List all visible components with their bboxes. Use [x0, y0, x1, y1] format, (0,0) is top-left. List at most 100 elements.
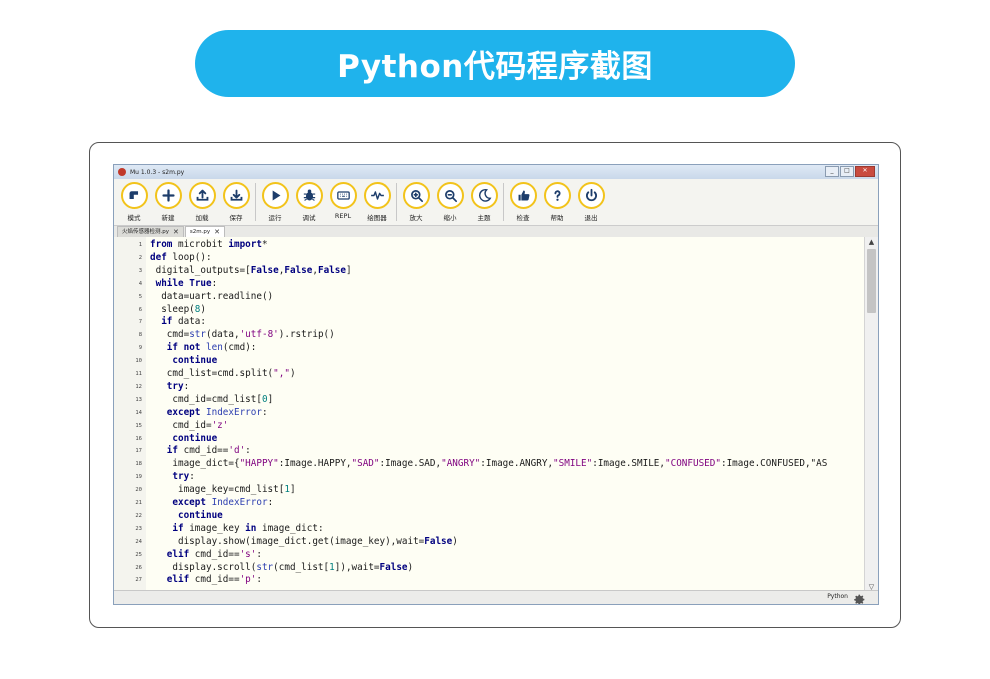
toolbar-button-bug[interactable]: 调试	[292, 182, 326, 222]
code-text: if not len(cmd):	[166, 342, 257, 354]
code-line[interactable]: 13 cmd_id=cmd_list[0]	[114, 394, 866, 407]
line-number: 2	[138, 254, 142, 261]
code-line[interactable]: 1 from microbit import*	[114, 239, 866, 252]
line-number: 9	[138, 345, 142, 352]
toolbar-button-download[interactable]: 保存	[219, 182, 253, 222]
toolbar-button-mode[interactable]: 模式	[117, 182, 151, 222]
line-number: 16	[135, 435, 142, 442]
code-line[interactable]: 14 except IndexError:	[114, 407, 866, 420]
code-text: digital_outputs=[False,False,False]	[150, 264, 352, 276]
line-number: 4	[138, 280, 142, 287]
code-text: cmd_id='z'	[150, 419, 229, 431]
code-text: cmd_list=cmd.split(",")	[150, 368, 296, 379]
line-number: 24	[135, 538, 142, 545]
code-line[interactable]: 9 if not len(cmd):	[114, 342, 866, 355]
toolbar: 模式 新建 加载 保存 运行 调试 REPL 绘图器 放大 缩小 主题 检查 帮助 退出	[114, 179, 878, 226]
toolbar-button-label: 加载	[195, 214, 209, 222]
line-number: 6	[138, 306, 142, 313]
line-number: 23	[135, 525, 142, 532]
toolbar-button-label: 缩小	[443, 214, 457, 222]
toolbar-button-thumbs-up[interactable]: 检查	[506, 182, 540, 222]
gear-icon[interactable]	[853, 591, 866, 604]
line-number: 21	[135, 500, 142, 506]
code-line[interactable]: 27 elif cmd_id=='p':	[114, 574, 866, 587]
toolbar-button-keyboard[interactable]: REPL	[326, 182, 360, 220]
toolbar-button-label: 调试	[302, 214, 316, 222]
code-text: data=uart.readline()	[150, 290, 274, 302]
toolbar-button-label: 模式	[127, 214, 141, 222]
tab-s2m[interactable]: s2m.py ✕	[184, 226, 225, 237]
code-line[interactable]: 10 continue	[114, 355, 866, 368]
toolbar-button-moon[interactable]: 主题	[467, 182, 501, 222]
keyboard-icon	[329, 182, 357, 209]
toolbar-button-zoom-out[interactable]: 缩小	[433, 182, 467, 222]
mode-icon	[120, 182, 148, 209]
zoom-in-icon	[402, 182, 430, 209]
play-icon	[261, 182, 289, 209]
code-line[interactable]: 26 display.scroll(str(cmd_list[1]),wait=…	[114, 562, 866, 575]
code-text: def loop():	[150, 251, 212, 263]
toolbar-button-label: REPL	[334, 212, 352, 220]
toolbar-button-help[interactable]: 帮助	[540, 182, 574, 222]
toolbar-button-pulse[interactable]: 绘图器	[360, 182, 394, 222]
maximize-button[interactable]: □	[840, 166, 854, 177]
code-editor[interactable]: 1 from microbit import* 2 def loop(): 3 digi…	[114, 237, 866, 593]
tab-close-icon[interactable]: ✕	[173, 227, 179, 237]
upload-icon	[188, 182, 216, 209]
code-line[interactable]: 22 continue	[114, 510, 866, 523]
code-line[interactable]: 19 try:	[114, 471, 866, 484]
code-line[interactable]: 17 if cmd_id=='d':	[114, 445, 866, 458]
close-window-button[interactable]: ✕	[855, 166, 875, 177]
code-line[interactable]: 8 cmd=str(data,'utf-8').rstrip()	[114, 329, 866, 342]
mode-indicator: Python	[827, 593, 848, 600]
thumbs-up-icon	[509, 182, 537, 209]
code-line[interactable]: 2 def loop():	[114, 252, 866, 265]
page-banner: Python代码程序截图	[195, 30, 795, 97]
code-line[interactable]: 24 display.show(image_dict.get(image_key…	[114, 536, 866, 549]
mu-app-icon	[118, 168, 126, 176]
toolbar-button-upload[interactable]: 加载	[185, 182, 219, 222]
toolbar-button-plus[interactable]: 新建	[151, 182, 185, 222]
code-line[interactable]: 16 continue	[114, 433, 866, 446]
line-number: 1	[138, 242, 142, 248]
code-line[interactable]: 11 cmd_list=cmd.split(",")	[114, 368, 866, 381]
window-title: Mu 1.0.3 - s2m.py	[130, 168, 185, 176]
toolbar-button-zoom-in[interactable]: 放大	[399, 182, 433, 222]
code-line[interactable]: 18 image_dict={"HAPPY":Image.HAPPY,"SAD"…	[114, 458, 866, 471]
toolbar-separator	[255, 183, 256, 221]
tab-flame-sensor[interactable]: 火焰传感器检测.py ✕	[117, 226, 184, 237]
title-bar: Mu 1.0.3 - s2m.py _ □ ✕	[114, 165, 878, 179]
toolbar-button-label: 放大	[409, 214, 423, 222]
scrollbar-thumb[interactable]	[867, 249, 876, 313]
line-number: 12	[135, 383, 142, 390]
code-text: continue	[172, 355, 218, 367]
zoom-out-icon	[436, 182, 464, 209]
line-number: 17	[135, 448, 142, 455]
code-line[interactable]: 15 cmd_id='z'	[114, 420, 866, 433]
code-line[interactable]: 23 if image_key in image_dict:	[114, 523, 866, 536]
code-line[interactable]: 3 digital_outputs=[False,False,False]	[114, 265, 866, 278]
code-text: sleep(8)	[150, 303, 206, 315]
banner-title: Python代码程序截图	[337, 49, 653, 85]
code-line[interactable]: 5 data=uart.readline()	[114, 291, 866, 304]
vertical-scrollbar[interactable]: ▲ ▽	[864, 237, 878, 593]
tab-close-icon[interactable]: ✕	[214, 227, 220, 237]
line-number: 10	[135, 358, 142, 365]
code-line[interactable]: 20 image_key=cmd_list[1]	[114, 484, 866, 497]
scroll-up-icon[interactable]: ▲	[865, 237, 878, 248]
code-text: continue	[178, 509, 223, 521]
code-text: elif cmd_id=='s':	[166, 548, 262, 560]
status-bar: Python	[114, 590, 878, 604]
code-line[interactable]: 4 while True:	[114, 278, 866, 291]
code-line[interactable]: 25 elif cmd_id=='s':	[114, 549, 866, 562]
mu-editor-window: Mu 1.0.3 - s2m.py _ □ ✕ 模式 新建 加载 保存 运行 调试 REPL…	[113, 164, 879, 605]
toolbar-button-power[interactable]: 退出	[574, 182, 608, 222]
toolbar-button-play[interactable]: 运行	[258, 182, 292, 222]
bug-icon	[295, 182, 323, 209]
code-line[interactable]: 21 except IndexError:	[114, 497, 866, 510]
code-line[interactable]: 6 sleep(8)	[114, 304, 866, 317]
code-line[interactable]: 12 try:	[114, 381, 866, 394]
toolbar-button-label: 运行	[268, 214, 282, 222]
minimize-button[interactable]: _	[825, 166, 839, 177]
code-line[interactable]: 7 if data:	[114, 316, 866, 329]
